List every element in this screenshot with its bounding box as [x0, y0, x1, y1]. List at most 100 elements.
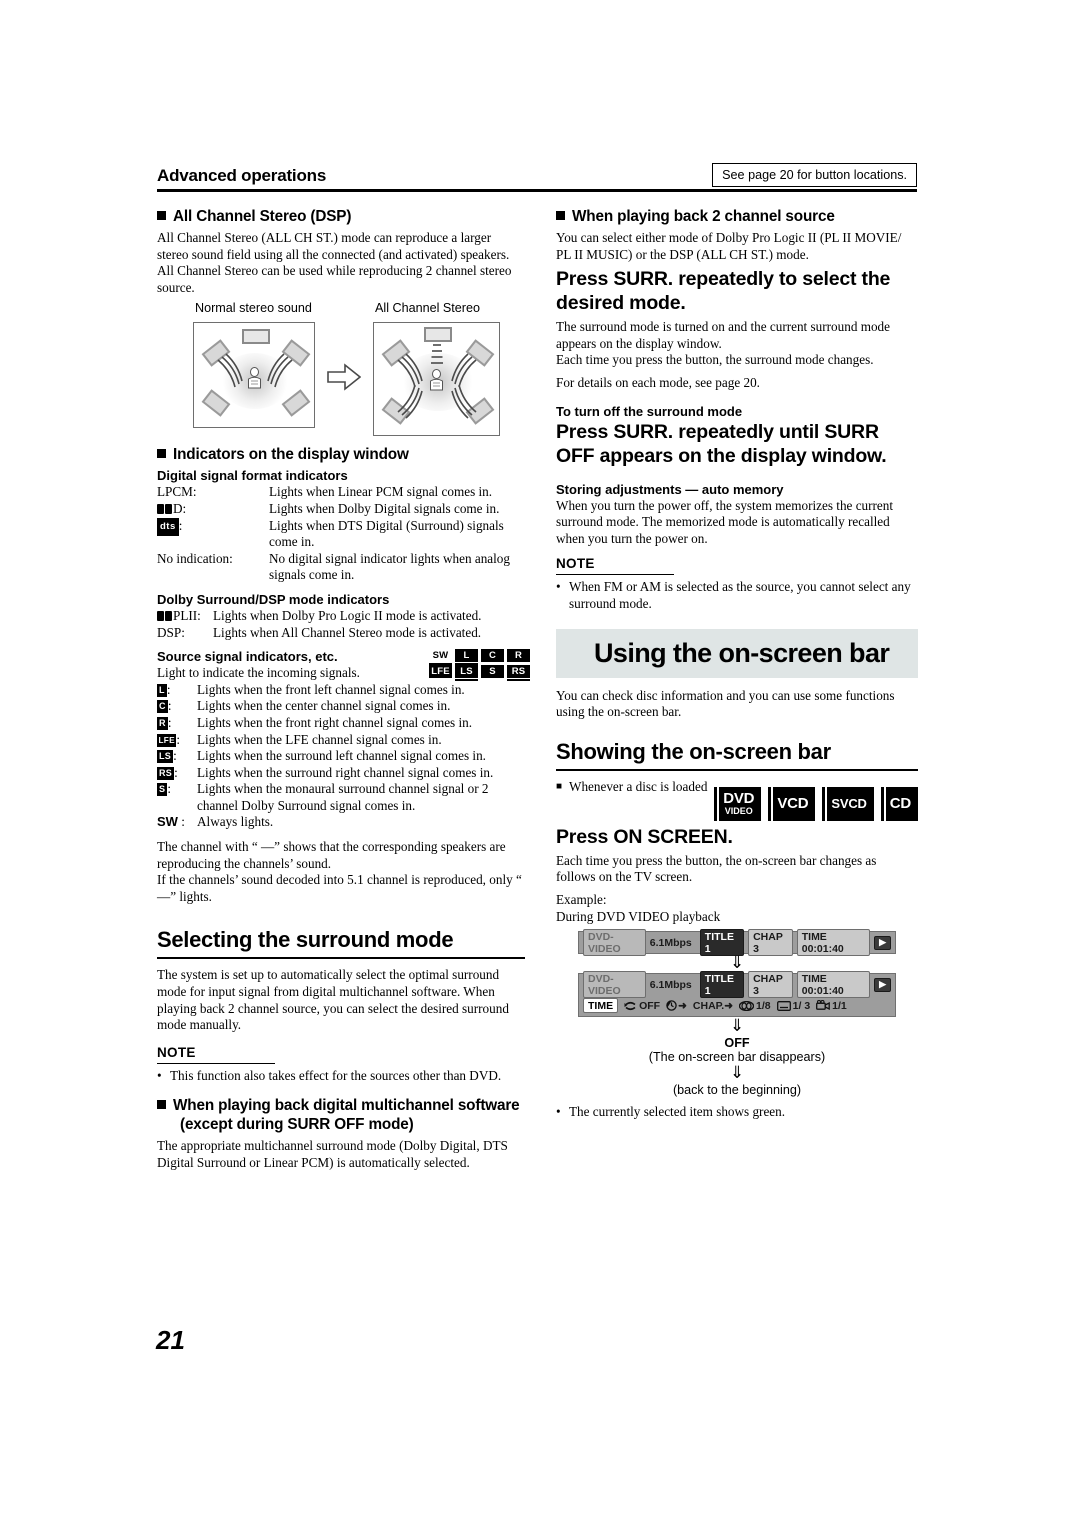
- indicator-ls: LS: [455, 665, 478, 682]
- heading-divider: [157, 957, 525, 960]
- desc-plii: Lights when Dolby Pro Logic II mode is a…: [213, 607, 482, 623]
- repeat-item: OFF: [624, 1000, 660, 1012]
- list-item: LPCM: Lights when Linear PCM signal come…: [157, 484, 525, 501]
- surround-mode-body-1: The surround mode is turned on and the c…: [556, 319, 891, 351]
- flow-arrow-3: ⇓: [729, 1063, 745, 1084]
- desc-s: Lights when the monaural surround channe…: [197, 781, 489, 813]
- all-channel-stereo-body: All Channel Stereo (ALL CH ST.) mode can…: [157, 230, 512, 295]
- note-label: NOTE: [556, 556, 595, 572]
- surround-mode-body-2: Each time you press the button, the surr…: [556, 352, 874, 368]
- transform-arrow-icon: [327, 363, 361, 392]
- desc-dolby-digital: Lights when Dolby Digital signals come i…: [269, 500, 500, 516]
- speaker-diagram: Normal stereo sound All Channel Stereo: [157, 301, 525, 437]
- audio-item: 1/8: [739, 1000, 771, 1012]
- time-chip: TIME 00:01:40: [796, 929, 871, 957]
- selecting-surround-body: The system is set up to automatically se…: [157, 967, 509, 1033]
- badge-r: R: [157, 716, 168, 730]
- term-dolby-digital: D:: [157, 501, 269, 518]
- title-chip: TITLE 1: [699, 971, 745, 999]
- indicator-r: R: [507, 649, 530, 663]
- note-divider: [556, 574, 674, 576]
- heading-multichannel-playback: When playing back digital multichannel s…: [157, 1096, 525, 1134]
- page-header: Advanced operations See page 20 for butt…: [157, 163, 917, 192]
- flow-arrow-2: ⇓: [729, 1016, 745, 1037]
- desc-sw: Always lights.: [197, 814, 274, 830]
- heading-two-channel-source: When playing back 2 channel source: [556, 207, 918, 226]
- list-item: D: Lights when Dolby Digital signals com…: [157, 501, 525, 518]
- page-title: Advanced operations: [157, 166, 327, 185]
- list-item: C: Lights when the center channel signal…: [157, 698, 525, 715]
- left-column: All Channel Stereo (DSP) All Channel Ste…: [157, 207, 530, 1172]
- heading-all-channel-stereo-label: All Channel Stereo (DSP): [173, 208, 352, 225]
- note-item: • This function also takes effect for th…: [157, 1068, 525, 1085]
- desc-c: Lights when the center channel signal co…: [197, 698, 451, 714]
- indicator-c: C: [481, 649, 504, 663]
- on-screen-body: Each time you press the button, the on-s…: [556, 852, 877, 885]
- indicator-s: S: [481, 665, 504, 679]
- example-sub: During DVD VIDEO playback: [556, 908, 721, 924]
- flow-off-sub: (The on-screen bar disappears): [648, 1050, 826, 1065]
- desc-dsp: Lights when All Channel Stereo mode is a…: [213, 624, 482, 640]
- heading-indicators: Indicators on the display window: [157, 445, 525, 464]
- badge-c: C: [157, 700, 168, 714]
- square-bullet-icon: [157, 210, 166, 220]
- onscreen-bar-state-1: DVD-VIDEO 6.1Mbps TITLE 1 CHAP 3 TIME 00…: [578, 929, 896, 957]
- onscreen-bar-row-2: TIME OFF ➜ CHAP.➜ 1/8 1/ 3 1/1: [579, 995, 895, 1016]
- badge-sw: SW: [157, 814, 178, 830]
- subheading-dolby-dsp: Dolby Surround/DSP mode indicators: [157, 591, 390, 607]
- badge-l: L: [157, 683, 167, 697]
- play-triangle-icon: ▶: [874, 935, 891, 950]
- onscreen-bar-row-1: DVD-VIDEO 6.1Mbps TITLE 1 CHAP 3 TIME 00…: [579, 929, 895, 957]
- square-bullet-icon: [157, 448, 166, 458]
- chapter-search-label: CHAP.➜: [692, 999, 734, 1012]
- flow-back-label: (back to the beginning): [672, 1083, 802, 1098]
- source-signal-block: SW L C R LFE LS S RS Source signal indic…: [157, 649, 530, 905]
- indicator-lfe: LFE: [429, 665, 452, 679]
- badge-lfe: LFE: [157, 733, 177, 747]
- two-channel-body: You can select either mode of Dolby Pro …: [556, 230, 902, 262]
- time-search-arrow-icon: ➜: [678, 999, 687, 1012]
- source-signal-footnote-1: The channel with “ —” shows that the cor…: [157, 839, 506, 871]
- repeat-state-label: OFF: [639, 999, 661, 1012]
- badge-ls: LS: [157, 750, 174, 764]
- onscreen-footnote: • The currently selected item shows gree…: [556, 1104, 918, 1121]
- disc-badge-row: DVD VIDEO VCD SVCD CD: [711, 786, 918, 821]
- manual-page: Advanced operations See page 20 for butt…: [0, 0, 1080, 1528]
- play-triangle-icon: ▶: [874, 977, 891, 992]
- term-lpcm: LPCM:: [157, 484, 197, 500]
- badge-s: S: [157, 783, 168, 797]
- disc-type-chip: DVD-VIDEO: [583, 929, 646, 957]
- desc-rs: Lights when the surround right channel s…: [197, 764, 494, 780]
- dolby-double-d-icon: [157, 501, 173, 518]
- list-item: SW : Always lights.: [157, 814, 525, 831]
- dolby-double-d-icon: [157, 608, 173, 625]
- flow-off-label: OFF: [724, 1036, 750, 1051]
- source-signal-footnote-2: If the channels’ sound decoded into 5.1 …: [157, 872, 522, 904]
- dolby-dsp-list: PLII: Lights when Dolby Pro Logic II mod…: [157, 608, 525, 641]
- desc-r: Lights when the front right channel sign…: [197, 714, 473, 730]
- banner-title: Using the on-screen bar: [594, 637, 890, 668]
- source-signal-list: L: Lights when the front left channel si…: [157, 682, 525, 831]
- square-bullet-icon: [157, 1099, 166, 1109]
- note-label: NOTE: [157, 1044, 196, 1060]
- multichannel-body: The appropriate multichannel surround mo…: [157, 1138, 508, 1170]
- bullet-dot-icon: •: [556, 1104, 561, 1120]
- sound-wave-icon: [451, 385, 477, 419]
- indicator-sw: SW: [429, 649, 452, 666]
- note-divider: [157, 1062, 275, 1064]
- list-item: S: Lights when the monaural surround cha…: [157, 781, 525, 814]
- time-chip: TIME 00:01:40: [796, 971, 871, 999]
- heading-multichannel-line2: (except during SURR OFF mode): [180, 1116, 414, 1134]
- heading-indicators-label: Indicators on the display window: [173, 446, 409, 464]
- heading-divider: [556, 768, 918, 771]
- display-window-indicator-cluster: SW L C R LFE LS S RS: [429, 649, 530, 682]
- page-number: 21: [156, 1325, 185, 1355]
- bullet-dot-icon: •: [157, 1067, 162, 1083]
- term-no-indication: No indication:: [157, 550, 233, 566]
- list-item: No indication: No digital signal indicat…: [157, 551, 525, 584]
- list-item: R: Lights when the front right channel s…: [157, 715, 525, 732]
- note-item-text: This function also takes effect for the …: [170, 1067, 502, 1083]
- onscreen-bar-state-2: DVD-VIDEO 6.1Mbps TITLE 1 CHAP 3 TIME 00…: [578, 971, 896, 1018]
- disc-badge-vcd: VCD: [765, 786, 816, 821]
- indicator-row-2: LFE LS S RS: [429, 665, 530, 682]
